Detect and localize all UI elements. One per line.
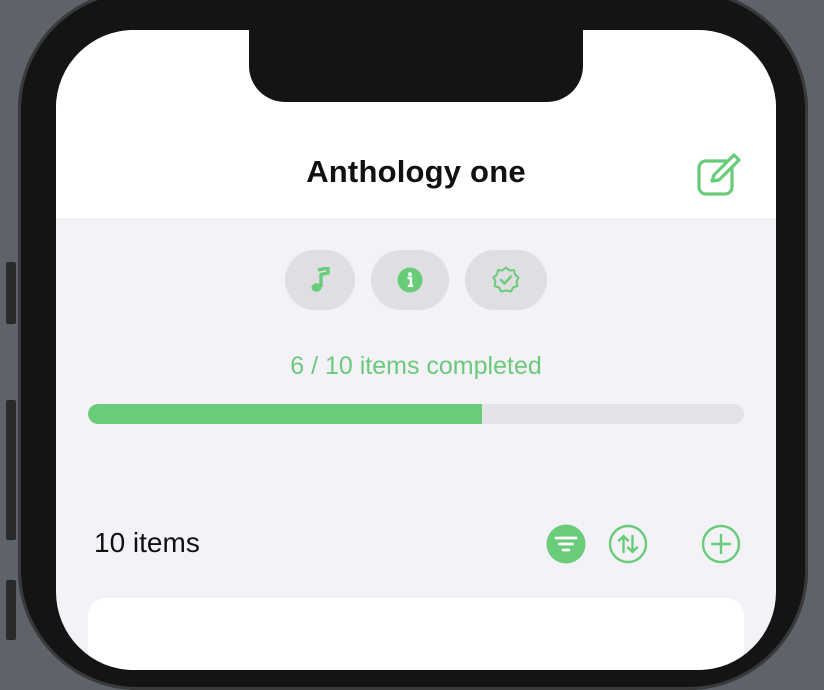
progress-bar-fill — [88, 404, 482, 424]
music-chip-button[interactable] — [285, 250, 355, 310]
filter-icon — [546, 524, 586, 564]
plus-circle-icon — [701, 524, 741, 564]
device-side-button — [6, 580, 16, 640]
edit-button[interactable] — [696, 152, 742, 198]
info-circle-icon — [397, 267, 423, 293]
verified-chip-button[interactable] — [465, 250, 547, 310]
device-side-button — [6, 400, 16, 540]
music-note-icon — [311, 267, 330, 292]
device-notch — [249, 30, 583, 102]
filter-button[interactable] — [546, 524, 586, 564]
items-count-label: 10 items — [94, 527, 200, 558]
checkmark-seal-icon — [492, 266, 520, 293]
sort-arrows-icon — [608, 524, 648, 564]
progress-bar — [88, 404, 744, 424]
progress-label: 6 / 10 items completed — [290, 352, 542, 380]
navigation-bar: Anthology one — [56, 30, 776, 218]
sort-button[interactable] — [608, 524, 648, 564]
list-item-card[interactable] — [88, 598, 744, 670]
square-and-pencil-icon — [697, 153, 741, 196]
add-item-button[interactable] — [701, 524, 741, 564]
device-side-button — [6, 262, 16, 324]
app-screen: Anthology one 6 / 10 items completed 10 … — [56, 30, 776, 670]
page-title: Anthology one — [306, 154, 526, 189]
info-chip-button[interactable] — [371, 250, 449, 310]
